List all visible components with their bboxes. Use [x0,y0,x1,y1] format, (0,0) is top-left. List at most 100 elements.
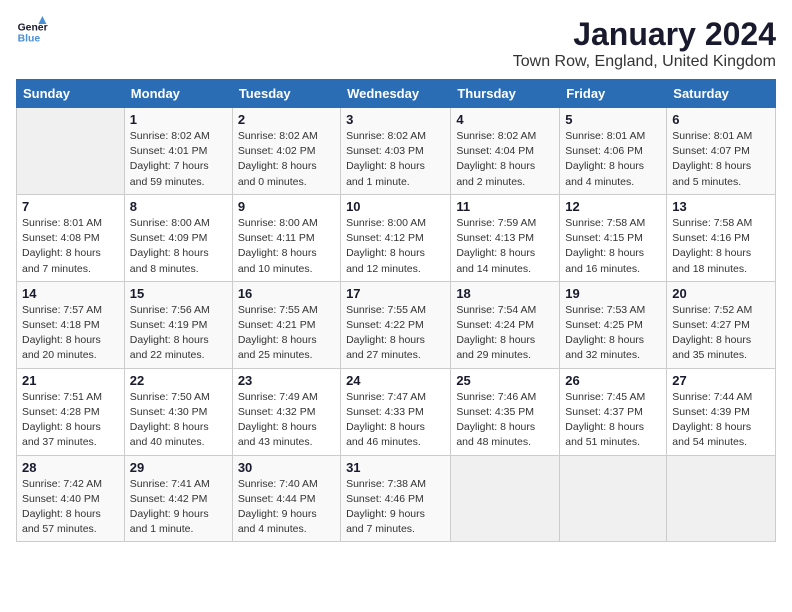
calendar-cell: 29Sunrise: 7:41 AMSunset: 4:42 PMDayligh… [124,455,232,542]
calendar-cell: 7 Sunrise: 8:01 AMSunset: 4:08 PMDaylight… [17,194,125,281]
calendar-cell: 31 Sunrise: 7:38 AMSunset: 4:46 PMDayligh… [341,455,451,542]
calendar-cell: 5 Sunrise: 8:01 AMSunset: 4:06 PMDaylight… [560,108,667,195]
calendar-cell: 11 Sunrise: 7:59 AMSunset: 4:13 PMDayligh… [451,194,560,281]
day-detail: Sunrise: 7:44 AMSunset: 4:39 PMDaylight:… [672,390,770,451]
day-number: 5 [565,112,661,127]
calendar-cell: 9Sunrise: 8:00 AMSunset: 4:11 PMDaylight… [232,194,340,281]
day-number: 3 [346,112,445,127]
calendar-cell: 8Sunrise: 8:00 AMSunset: 4:09 PMDaylight… [124,194,232,281]
day-number: 22 [130,373,227,388]
calendar-cell: 30 Sunrise: 7:40 AMSunset: 4:44 PMDayligh… [232,455,340,542]
day-number: 2 [238,112,335,127]
day-detail: Sunrise: 7:58 AMSunset: 4:16 PMDaylight:… [672,216,770,277]
day-number: 11 [456,199,554,214]
day-number: 13 [672,199,770,214]
svg-text:Blue: Blue [18,34,41,45]
day-number: 23 [238,373,335,388]
calendar-cell [451,455,560,542]
day-number: 17 [346,286,445,301]
calendar-cell: 10 Sunrise: 8:00 AMSunset: 4:12 PMDayligh… [341,194,451,281]
day-detail: Sunrise: 7:56 AMSunset: 4:19 PMDaylight:… [130,303,227,364]
week-row-4: 21Sunrise: 7:51 AMSunset: 4:28 PMDayligh… [17,368,776,455]
calendar-cell: 27 Sunrise: 7:44 AMSunset: 4:39 PMDayligh… [667,368,776,455]
calendar-cell: 4 Sunrise: 8:02 AMSunset: 4:04 PMDaylight… [451,108,560,195]
day-number: 27 [672,373,770,388]
day-number: 16 [238,286,335,301]
day-detail: Sunrise: 8:02 AMSunset: 4:02 PMDaylight:… [238,129,335,190]
day-detail: Sunrise: 7:57 AMSunset: 4:18 PMDaylight:… [22,303,119,364]
calendar-cell: 25 Sunrise: 7:46 AMSunset: 4:35 PMDayligh… [451,368,560,455]
day-number: 4 [456,112,554,127]
header-cell-sunday: Sunday [17,80,125,108]
svg-text:General: General [18,22,48,33]
calendar-cell [17,108,125,195]
header-cell-monday: Monday [124,80,232,108]
day-number: 19 [565,286,661,301]
calendar-cell: 24Sunrise: 7:47 AMSunset: 4:33 PMDayligh… [341,368,451,455]
week-row-5: 28 Sunrise: 7:42 AMSunset: 4:40 PMDayligh… [17,455,776,542]
day-number: 1 [130,112,227,127]
calendar-cell: 2 Sunrise: 8:02 AMSunset: 4:02 PMDaylight… [232,108,340,195]
title-block: January 2024 Town Row, England, United K… [513,16,776,71]
day-detail: Sunrise: 7:40 AMSunset: 4:44 PMDaylight:… [238,477,335,538]
day-detail: Sunrise: 7:42 AMSunset: 4:40 PMDaylight:… [22,477,119,538]
day-detail: Sunrise: 7:58 AMSunset: 4:15 PMDaylight:… [565,216,661,277]
day-number: 8 [130,199,227,214]
day-number: 30 [238,460,335,475]
calendar-subtitle: Town Row, England, United Kingdom [513,53,776,71]
calendar-cell: 1 Sunrise: 8:02 AMSunset: 4:01 PMDaylight… [124,108,232,195]
calendar-cell: 22Sunrise: 7:50 AMSunset: 4:30 PMDayligh… [124,368,232,455]
day-detail: Sunrise: 7:59 AMSunset: 4:13 PMDaylight:… [456,216,554,277]
day-number: 25 [456,373,554,388]
day-detail: Sunrise: 7:51 AMSunset: 4:28 PMDaylight:… [22,390,119,451]
calendar-cell: 19 Sunrise: 7:53 AMSunset: 4:25 PMDayligh… [560,281,667,368]
logo: General Blue [16,16,48,48]
day-detail: Sunrise: 8:01 AMSunset: 4:08 PMDaylight:… [22,216,119,277]
page-header: General Blue January 2024 Town Row, Engl… [16,16,776,71]
day-number: 6 [672,112,770,127]
day-detail: Sunrise: 7:53 AMSunset: 4:25 PMDaylight:… [565,303,661,364]
day-number: 31 [346,460,445,475]
day-number: 14 [22,286,119,301]
calendar-cell [560,455,667,542]
calendar-title: January 2024 [513,16,776,53]
calendar-cell: 15Sunrise: 7:56 AMSunset: 4:19 PMDayligh… [124,281,232,368]
day-number: 24 [346,373,445,388]
calendar-cell: 13 Sunrise: 7:58 AMSunset: 4:16 PMDayligh… [667,194,776,281]
day-number: 20 [672,286,770,301]
calendar-cell: 26Sunrise: 7:45 AMSunset: 4:37 PMDayligh… [560,368,667,455]
calendar-cell: 28 Sunrise: 7:42 AMSunset: 4:40 PMDayligh… [17,455,125,542]
day-detail: Sunrise: 8:00 AMSunset: 4:11 PMDaylight:… [238,216,335,277]
day-detail: Sunrise: 7:46 AMSunset: 4:35 PMDaylight:… [456,390,554,451]
header-cell-saturday: Saturday [667,80,776,108]
header-cell-thursday: Thursday [451,80,560,108]
week-row-3: 14 Sunrise: 7:57 AMSunset: 4:18 PMDayligh… [17,281,776,368]
calendar-cell: 17 Sunrise: 7:55 AMSunset: 4:22 PMDayligh… [341,281,451,368]
day-detail: Sunrise: 7:49 AMSunset: 4:32 PMDaylight:… [238,390,335,451]
day-number: 10 [346,199,445,214]
day-detail: Sunrise: 8:01 AMSunset: 4:07 PMDaylight:… [672,129,770,190]
day-detail: Sunrise: 7:55 AMSunset: 4:22 PMDaylight:… [346,303,445,364]
week-row-2: 7 Sunrise: 8:01 AMSunset: 4:08 PMDaylight… [17,194,776,281]
day-detail: Sunrise: 8:01 AMSunset: 4:06 PMDaylight:… [565,129,661,190]
day-detail: Sunrise: 7:54 AMSunset: 4:24 PMDaylight:… [456,303,554,364]
day-detail: Sunrise: 8:00 AMSunset: 4:12 PMDaylight:… [346,216,445,277]
calendar-cell [667,455,776,542]
day-detail: Sunrise: 7:55 AMSunset: 4:21 PMDaylight:… [238,303,335,364]
calendar-cell: 6 Sunrise: 8:01 AMSunset: 4:07 PMDaylight… [667,108,776,195]
day-number: 28 [22,460,119,475]
day-number: 18 [456,286,554,301]
day-number: 29 [130,460,227,475]
day-detail: Sunrise: 7:38 AMSunset: 4:46 PMDaylight:… [346,477,445,538]
week-row-1: 1 Sunrise: 8:02 AMSunset: 4:01 PMDaylight… [17,108,776,195]
calendar-cell: 21Sunrise: 7:51 AMSunset: 4:28 PMDayligh… [17,368,125,455]
calendar-cell: 20 Sunrise: 7:52 AMSunset: 4:27 PMDayligh… [667,281,776,368]
calendar-table: SundayMondayTuesdayWednesdayThursdayFrid… [16,79,776,542]
calendar-cell: 14 Sunrise: 7:57 AMSunset: 4:18 PMDayligh… [17,281,125,368]
day-detail: Sunrise: 8:02 AMSunset: 4:01 PMDaylight:… [130,129,227,190]
calendar-cell: 3Sunrise: 8:02 AMSunset: 4:03 PMDaylight… [341,108,451,195]
day-detail: Sunrise: 7:52 AMSunset: 4:27 PMDaylight:… [672,303,770,364]
day-detail: Sunrise: 8:02 AMSunset: 4:04 PMDaylight:… [456,129,554,190]
day-number: 7 [22,199,119,214]
calendar-header-row: SundayMondayTuesdayWednesdayThursdayFrid… [17,80,776,108]
